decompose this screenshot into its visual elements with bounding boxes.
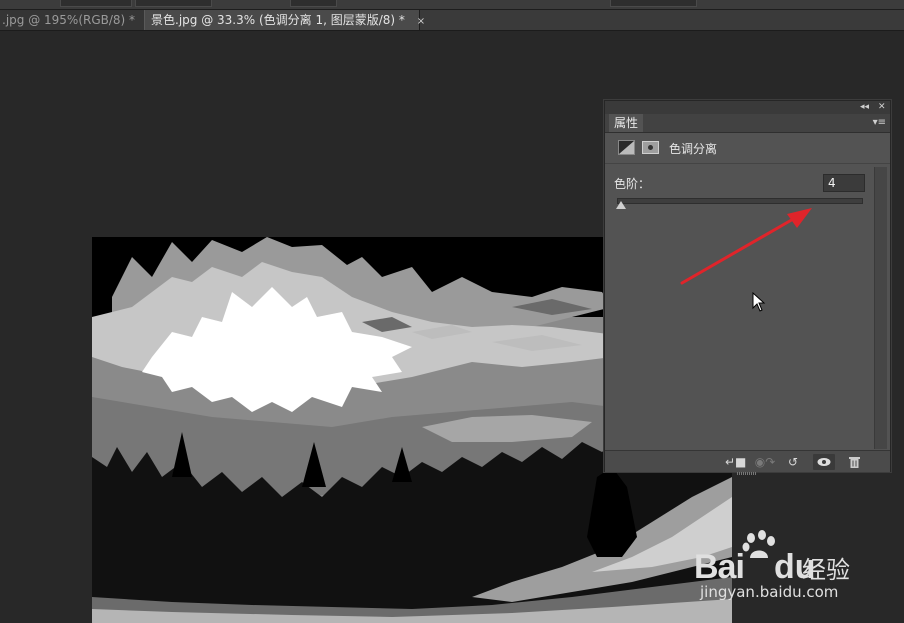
mouse-cursor: [752, 292, 766, 312]
levels-label: 色阶：: [614, 177, 651, 191]
options-bar-strip: [0, 0, 904, 10]
levels-slider-thumb[interactable]: [616, 201, 626, 209]
reset-icon[interactable]: ↺: [785, 454, 801, 470]
panel-footer: ↵■ ◉↷ ↺: [605, 450, 890, 472]
panel-tab-row: 属性 ▾≡: [605, 114, 890, 133]
document-tab-1[interactable]: .jpg @ 195%(RGB/8) * ×: [0, 10, 155, 30]
view-previous-state-icon[interactable]: ◉↷: [754, 454, 776, 470]
collapse-panel-icon[interactable]: ◂◂: [860, 101, 869, 114]
document-tab-1-label: .jpg @ 195%(RGB/8) *: [2, 13, 136, 27]
baidu-paw-icon: [742, 530, 775, 558]
options-bar-field[interactable]: [290, 0, 337, 7]
visibility-eye-icon[interactable]: [813, 454, 835, 470]
options-bar-field[interactable]: [610, 0, 697, 7]
levels-input[interactable]: 4: [823, 174, 865, 192]
adjustment-title: 色调分离: [669, 142, 718, 156]
tab-properties[interactable]: 属性: [609, 114, 644, 132]
properties-panel: ◂◂ ✕ 属性 ▾≡ 色调分离 色阶： 4 ↵■ ◉↷ ↺: [604, 100, 891, 475]
document-tab-2-label: 景色.jpg @ 33.3% (色调分离 1, 图层蒙版/8) *: [151, 13, 405, 27]
clip-to-layer-icon[interactable]: ↵■: [725, 454, 746, 470]
panel-header: ◂◂ ✕: [605, 101, 890, 114]
watermark-product: 经验: [802, 556, 850, 584]
close-icon[interactable]: ×: [417, 12, 425, 32]
document-tab-bar: .jpg @ 195%(RGB/8) * × 景色.jpg @ 33.3% (色…: [0, 10, 904, 31]
document-tab-2[interactable]: 景色.jpg @ 33.3% (色调分离 1, 图层蒙版/8) * ×: [144, 10, 425, 30]
options-bar-field[interactable]: [135, 0, 212, 7]
baidu-jingyan-watermark: Bai du 经验 jingyan.baidu.com: [694, 528, 894, 601]
adjustment-header: 色调分离: [605, 133, 890, 164]
layer-mask-icon[interactable]: [642, 141, 659, 154]
panel-scrollbar[interactable]: [874, 167, 887, 449]
options-bar-field[interactable]: [60, 0, 132, 7]
levels-slider-track[interactable]: [617, 198, 863, 204]
watermark-brand-left: Bai: [694, 548, 745, 586]
panel-resize-grip[interactable]: [737, 472, 757, 475]
delete-trash-icon[interactable]: [845, 454, 863, 470]
posterize-adjustment-icon[interactable]: [618, 140, 635, 155]
close-icon[interactable]: ✕: [878, 101, 886, 114]
watermark-url: jingyan.baidu.com: [700, 583, 839, 601]
panel-menu-icon[interactable]: ▾≡: [873, 117, 886, 128]
